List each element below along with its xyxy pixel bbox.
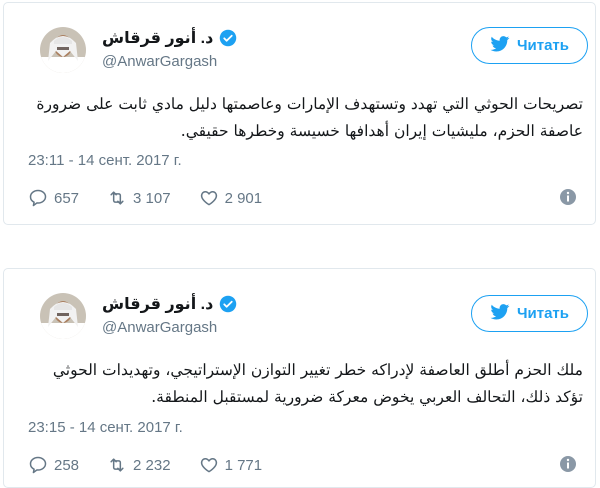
retweet-icon [107,188,127,208]
tweet-text-line: عاصفة الحزم، مليشيات إيران أهدافها خسيسة… [180,122,583,140]
author-name[interactable]: د. أنور قرقاش [102,294,213,314]
like-count: 1 771 [224,456,263,474]
like-button[interactable]: 2 901 [199,188,263,208]
info-icon[interactable] [559,455,577,473]
info-icon[interactable] [559,188,577,206]
like-icon [199,455,219,475]
reply-icon [28,455,48,475]
tweet-actions: 657 3 107 2 901 [28,186,583,210]
retweet-button[interactable]: 2 232 [107,455,171,475]
tweet-header: Читать د. أنور قرقاش @AnwarGargash [4,3,595,73]
author-handle[interactable]: @AnwarGargash [102,319,217,336]
tweet-header: Читать د. أنور قرقاش @AnwarGargash [4,269,595,339]
tweet-text-line: ملك الحزم أطلق العاصفة لإدراكه خطر تغيير… [52,361,583,379]
reply-count: 657 [54,189,80,207]
retweet-button[interactable]: 3 107 [107,188,171,208]
tweet-card[interactable]: Читать د. أنور قرقاش @AnwarGargash [3,2,596,225]
author-name-row: د. أنور قرقاش [102,28,237,48]
author-name-row: د. أنور قرقاش [102,294,237,314]
author-identity[interactable]: د. أنور قرقاش @AnwarGargash [12,3,595,73]
avatar[interactable] [40,27,86,73]
tweet-actions: 258 2 232 1 771 [28,453,583,477]
tweet-text-line: تصريحات الحوثي التي تهدد وتستهدف الإمارا… [36,95,583,113]
retweet-count: 3 107 [133,189,171,207]
like-count: 2 901 [224,189,263,207]
author-identity[interactable]: د. أنور قرقاش @AnwarGargash [12,269,595,339]
tweet-text: تصريحات الحوثي التي تهدد وتستهدف الإمارا… [28,91,583,145]
verified-badge-icon [219,29,237,47]
reply-count: 258 [54,456,80,474]
verified-badge-icon [219,295,237,313]
reply-icon [28,188,48,208]
reply-button[interactable]: 657 [28,188,79,208]
tweet-timestamp[interactable]: 23:11 - 14 сент. 2017 г. [28,152,182,169]
retweet-icon [107,455,127,475]
tweet-text-line: تؤكد ذلك، التحالف العربي يخوض معركة ضرور… [151,388,583,406]
like-icon [199,188,219,208]
tweet-text: ملك الحزم أطلق العاصفة لإدراكه خطر تغيير… [28,357,583,411]
tweet-card[interactable]: Читать د. أنور قرقاش @AnwarGargash [3,268,596,488]
reply-button[interactable]: 258 [28,455,79,475]
author-name[interactable]: د. أنور قرقاش [102,28,213,48]
like-button[interactable]: 1 771 [199,455,263,475]
tweet-timestamp[interactable]: 23:15 - 14 сент. 2017 г. [28,419,183,436]
author-handle[interactable]: @AnwarGargash [102,53,217,70]
avatar[interactable] [40,293,86,339]
retweet-count: 2 232 [133,456,171,474]
